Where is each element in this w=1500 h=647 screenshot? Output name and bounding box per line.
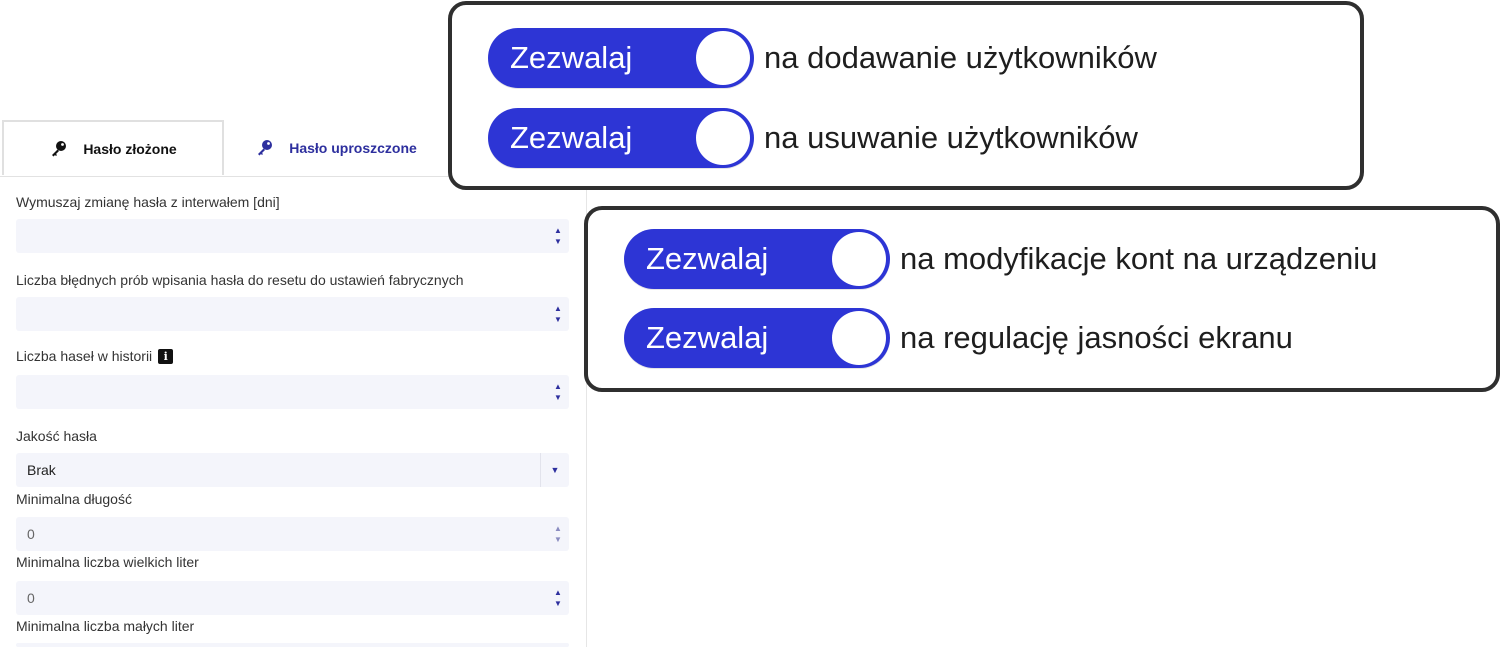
min-upper-label: Minimalna liczba wielkich liter [16,554,199,570]
toggle-label: Zezwalaj [646,241,769,276]
stepper-up-icon[interactable]: ▲ [554,225,562,236]
quality-select[interactable]: Brak ▼ [16,453,569,487]
tab-complex-label: Hasło złożone [83,140,177,157]
failed-attempts-label: Liczba błędnych prób wpisania hasła do r… [16,272,464,288]
min-upper-stepper[interactable]: ▲ ▼ [547,581,569,615]
failed-attempts-input[interactable]: ▲ ▼ [16,297,569,331]
stepper-up-icon[interactable]: ▲ [554,587,562,598]
toggle-knob [832,311,886,365]
stepper-up-icon[interactable]: ▲ [554,303,562,314]
history-label-row: Liczba haseł w historii i [16,348,174,364]
interval-label: Wymuszaj zmianę hasła z interwałem [dni] [16,194,280,210]
chevron-down-icon[interactable]: ▼ [540,453,569,487]
min-upper-input[interactable]: 0 ▲ ▼ [16,581,569,615]
interval-stepper[interactable]: ▲ ▼ [547,219,569,253]
min-lower-input[interactable] [16,643,569,647]
user-permissions-callout: Zezwalaj na dodawanie użytkowników Zezwa… [448,1,1364,190]
toggle-knob [696,111,750,165]
password-settings-panel: Hasło złożone Hasło uproszczone Wymuszaj… [0,120,587,647]
toggle-row-add-users: Zezwalaj na dodawanie użytkowników [488,28,1157,88]
tab-complex-password[interactable]: Hasło złożone [2,120,224,175]
key-icon [49,139,69,159]
brightness-text: na regulację jasności ekranu [900,320,1293,355]
failed-attempts-stepper[interactable]: ▲ ▼ [547,297,569,331]
info-icon[interactable]: i [158,348,174,364]
stepper-down-icon[interactable]: ▼ [554,598,562,609]
modify-accounts-text: na modyfikacje kont na urządzeniu [900,241,1378,276]
add-users-text: na dodawanie użytkowników [764,40,1157,75]
stepper-down-icon[interactable]: ▼ [554,236,562,247]
min-length-label: Minimalna długość [16,491,132,507]
toggle-row-remove-users: Zezwalaj na usuwanie użytkowników [488,108,1138,168]
toggle-label: Zezwalaj [510,40,633,75]
tab-simple-password[interactable]: Hasło uproszczone [226,120,446,176]
interval-input[interactable]: ▲ ▼ [16,219,569,253]
allow-remove-users-toggle[interactable]: Zezwalaj [488,108,754,168]
min-lower-label: Minimalna liczba małych liter [16,618,195,634]
allow-add-users-toggle[interactable]: Zezwalaj [488,28,754,88]
min-length-value: 0 [27,526,35,542]
history-stepper[interactable]: ▲ ▼ [547,375,569,409]
quality-value: Brak [27,462,56,478]
allow-brightness-toggle[interactable]: Zezwalaj [624,308,890,368]
stepper-down-icon[interactable]: ▼ [554,314,562,325]
allow-modify-accounts-toggle[interactable]: Zezwalaj [624,229,890,289]
device-permissions-callout: Zezwalaj na modyfikacje kont na urządzen… [584,206,1500,392]
min-length-stepper[interactable]: ▲ ▼ [547,517,569,551]
remove-users-text: na usuwanie użytkowników [764,120,1138,155]
toggle-knob [832,232,886,286]
toggle-label: Zezwalaj [646,320,769,355]
quality-label: Jakość hasła [16,428,97,444]
toggle-knob [696,31,750,85]
history-input[interactable]: ▲ ▼ [16,375,569,409]
tab-simple-label: Hasło uproszczone [289,140,417,156]
key-icon [255,138,275,158]
toggle-row-modify-accounts: Zezwalaj na modyfikacje kont na urządzen… [624,229,1377,289]
toggle-label: Zezwalaj [510,120,633,155]
min-length-input[interactable]: 0 ▲ ▼ [16,517,569,551]
screen: Hasło złożone Hasło uproszczone Wymuszaj… [0,0,1500,647]
stepper-up-icon[interactable]: ▲ [554,381,562,392]
stepper-down-icon[interactable]: ▼ [554,392,562,403]
toggle-row-brightness: Zezwalaj na regulację jasności ekranu [624,308,1293,368]
min-upper-value: 0 [27,590,35,606]
stepper-up-icon[interactable]: ▲ [554,523,562,534]
history-label: Liczba haseł w historii [16,348,153,364]
stepper-down-icon[interactable]: ▼ [554,534,562,545]
